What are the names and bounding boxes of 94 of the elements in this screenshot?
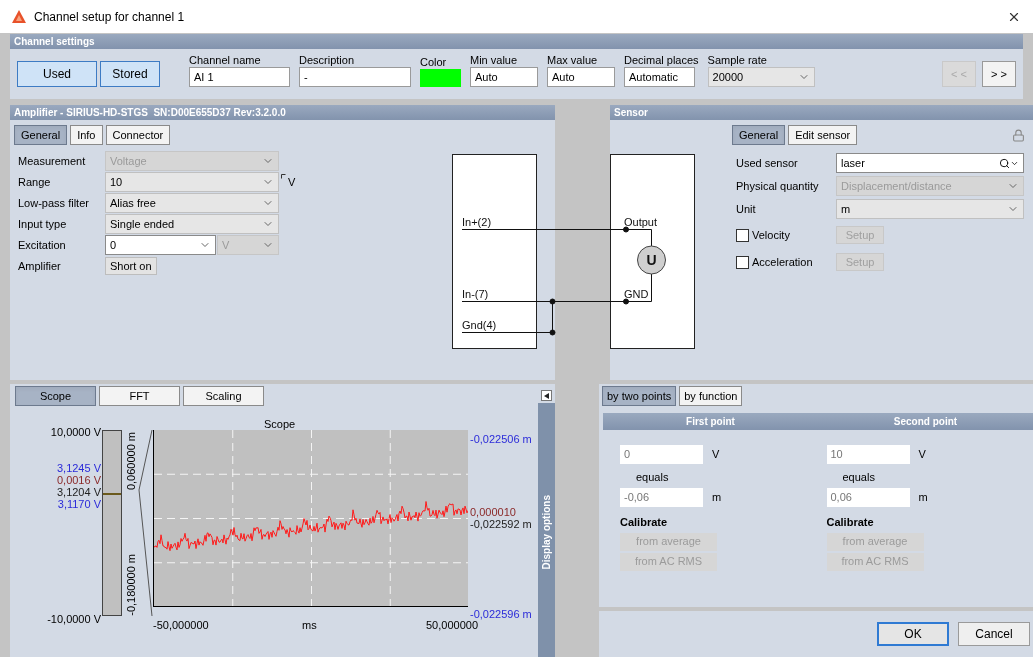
- pin-label: Output: [624, 216, 658, 228]
- checkbox-label: Acceleration: [752, 254, 813, 270]
- field-label: Max value: [547, 53, 599, 67]
- tab[interactable]: General: [732, 125, 786, 145]
- dropdown[interactable]: 10: [105, 172, 279, 192]
- search-icon: [999, 157, 1019, 169]
- dropdown[interactable]: Single ended: [105, 214, 279, 234]
- toggle-button[interactable]: Stored: [100, 61, 160, 87]
- field-label: Sample rate: [707, 53, 768, 67]
- toggle-button[interactable]: Used: [17, 61, 97, 87]
- window-title: Channel setup for channel 1: [34, 8, 185, 26]
- input-field[interactable]: 10: [826, 445, 910, 464]
- unit-label: V: [288, 174, 296, 190]
- axis-label: 50,000000: [426, 619, 478, 633]
- app-logo-icon: [12, 10, 26, 23]
- pin-label: Gnd(4): [462, 319, 497, 331]
- equals-label: equals: [842, 470, 876, 483]
- calibrate-label: Calibrate: [620, 515, 669, 530]
- field-label: Physical quantity: [736, 178, 820, 194]
- panel-header: Channel settings: [10, 34, 1023, 49]
- tab[interactable]: by function: [679, 386, 743, 406]
- input-field[interactable]: Auto: [547, 67, 615, 87]
- voltage-source-symbol: [637, 245, 666, 275]
- dropdown[interactable]: m: [836, 199, 1024, 219]
- unit-label: V: [918, 447, 926, 463]
- unit-label: m: [712, 490, 722, 506]
- color-swatch[interactable]: [420, 69, 461, 87]
- lock-icon: [1012, 128, 1025, 142]
- calibrate-label: Calibrate: [826, 515, 875, 530]
- input-field[interactable]: -: [299, 67, 411, 87]
- pin-label: In+(2): [462, 216, 492, 228]
- input-field[interactable]: Automatic: [624, 67, 695, 87]
- field-label: Color: [420, 55, 448, 69]
- checkbox-label: Velocity: [752, 227, 790, 243]
- dropdown[interactable]: 0: [105, 235, 216, 255]
- tab[interactable]: Scope: [15, 386, 96, 406]
- field-label: Used sensor: [736, 155, 799, 171]
- axis-label: -10,0000 V: [47, 612, 101, 627]
- tab[interactable]: FFT: [99, 386, 180, 406]
- field-label: Excitation: [18, 237, 67, 253]
- unit-label: V: [712, 447, 720, 463]
- tab[interactable]: Scaling: [183, 386, 264, 406]
- field-label: Decimal places: [624, 53, 699, 67]
- dropdown[interactable]: Alias free: [105, 193, 279, 213]
- nav-button[interactable]: > >: [982, 61, 1016, 87]
- collapse-button[interactable]: [541, 390, 552, 401]
- panel-header: Amplifier - SIRIUS-HD-STGS SN:D00E655D37 Rev:3.2.0.0: [10, 105, 555, 120]
- input-field[interactable]: -0,06: [620, 488, 703, 507]
- chart-title: Scope: [264, 417, 296, 432]
- field-label: Input type: [18, 216, 68, 232]
- reading-value: 0,0016 V: [56, 474, 101, 486]
- axis-label: -0,180000 m: [124, 554, 138, 616]
- reading-value: 3,1204 V: [56, 486, 101, 498]
- field-label: Min value: [470, 53, 519, 67]
- input-field[interactable]: 0,06: [826, 488, 910, 507]
- axis-label: -50,000000: [153, 618, 209, 633]
- axis-label: ms: [302, 618, 317, 633]
- tab[interactable]: General: [14, 125, 68, 145]
- axis-label: 10,0000 V: [50, 425, 101, 440]
- sample-rate-dropdown[interactable]: 20000: [707, 67, 815, 87]
- unit-label: m: [918, 490, 928, 506]
- tab[interactable]: Edit sensor: [788, 125, 858, 145]
- field-label: Range: [18, 174, 52, 190]
- reading-value: 3,1245 V: [56, 462, 101, 474]
- corner-mark-icon: [281, 174, 286, 179]
- field-label: Amplifier: [18, 258, 62, 274]
- field-label: Measurement: [18, 153, 87, 169]
- input-field[interactable]: AI 1: [189, 67, 290, 87]
- axis-label: 0,000010: [470, 505, 516, 520]
- input-field[interactable]: Auto: [470, 67, 538, 87]
- tab[interactable]: Connector: [105, 125, 171, 145]
- tab[interactable]: Info: [70, 125, 103, 145]
- reading-value: 3,1170 V: [57, 498, 101, 510]
- axis-label: -0,022592 m: [470, 518, 532, 532]
- field-label: Channel name: [189, 53, 262, 67]
- points-header: First point Second point: [603, 413, 1033, 430]
- field-label: Description: [299, 53, 356, 67]
- field-label: Unit: [736, 201, 757, 217]
- field-label: Low-pass filter: [18, 195, 90, 211]
- axis-label: -0,022506 m: [470, 432, 532, 447]
- axis-label: -0,022596 m: [470, 607, 532, 621]
- dialog-button[interactable]: Cancel: [958, 622, 1030, 646]
- sensor-search-field[interactable]: laser: [836, 153, 1024, 173]
- pin-label: In-(7): [462, 288, 489, 300]
- input-field[interactable]: 0: [620, 445, 703, 464]
- tab[interactable]: by two points: [602, 386, 677, 406]
- short-on-button[interactable]: Short on: [105, 257, 157, 275]
- axis-label: 0,060000 m: [124, 432, 138, 491]
- dialog-button[interactable]: OK: [877, 622, 949, 646]
- triangle-left-icon: [544, 392, 549, 399]
- source-label: U: [646, 252, 657, 268]
- panel-header: Sensor: [610, 105, 1033, 120]
- pin-label: GND: [624, 288, 649, 300]
- equals-label: equals: [636, 470, 670, 483]
